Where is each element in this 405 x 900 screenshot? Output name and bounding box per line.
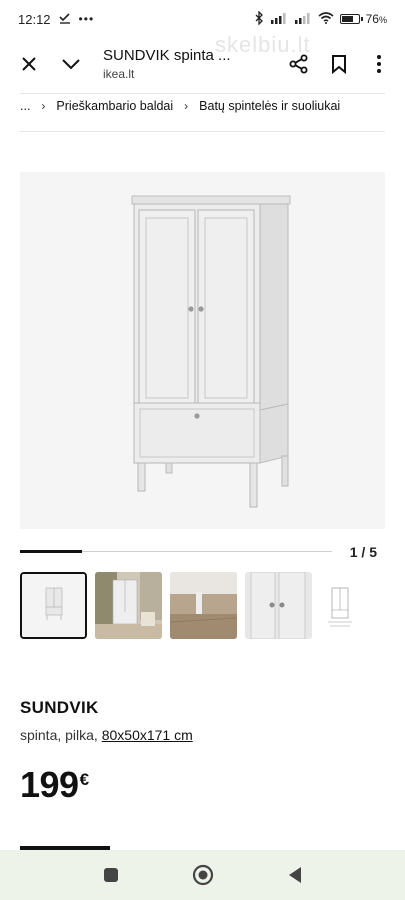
product-price: 199 € [20,764,89,806]
chevron-right-icon: › [41,99,46,113]
breadcrumb-item-shoe-cabinets[interactable]: Batų spintelės ir suoliukai [199,99,340,113]
price-amount: 199 [20,764,79,805]
signal-icon-2 [294,12,312,27]
collapse-button[interactable] [51,44,91,84]
close-icon [22,57,36,71]
square-icon [103,868,118,882]
home-circle-icon [192,864,213,886]
thumbnail-knob-detail[interactable] [245,572,312,639]
product-dimensions-link[interactable]: 80x50x171 cm [102,727,193,743]
more-options-button[interactable] [359,44,399,84]
gallery-progress [20,550,332,553]
home-button[interactable] [191,863,215,887]
close-tab-button[interactable] [9,44,49,84]
battery-icon [339,14,363,24]
breadcrumb: ... › Prieškambario baldai › Batų spinte… [20,96,340,116]
recent-apps-button[interactable] [99,863,123,887]
product-description-prefix: spinta, pilka, [20,727,98,743]
breadcrumb-item-entrance-furniture[interactable]: Prieškambario baldai [56,99,173,113]
page-url: ikea.lt [103,67,135,81]
battery-percent: 76% [365,12,387,26]
page-title: SUNDVIK spinta ... [103,47,231,64]
price-currency: € [79,770,89,789]
browser-toolbar: SUNDVIK spinta ... ikea.lt [0,38,405,90]
back-button[interactable] [283,863,307,887]
gallery-progress-fill [20,550,83,553]
thumbnail-drawing[interactable] [320,572,360,639]
product-name: SUNDVIK [20,698,99,717]
status-time: 12:12 [18,11,51,27]
thumbnail-wardrobe-front[interactable] [20,572,87,639]
chevron-right-icon: › [184,99,189,113]
status-bar: 12:12 ••• 76% [0,0,405,38]
product-description: spinta, pilka, 80x50x171 cm [20,727,193,743]
back-triangle-icon [288,867,301,883]
chevron-down-icon [62,59,80,70]
thumbnail-room-scene[interactable] [95,572,162,639]
more-notifications-icon: ••• [78,12,95,26]
bluetooth-icon [254,9,264,28]
signal-icon-1 [270,12,288,27]
system-nav-bar [0,850,405,900]
thumbnail-leg-detail[interactable] [170,572,237,639]
breadcrumb-divider [20,131,385,132]
thumbnail-strip [20,572,360,639]
share-button[interactable] [279,44,319,84]
product-main-image[interactable] [20,172,385,529]
kebab-menu-icon [377,55,381,73]
gallery-pager: 1 / 5 [349,544,377,560]
breadcrumb-ellipsis[interactable]: ... [20,99,30,113]
bookmark-icon [332,55,346,74]
top-divider [20,93,385,94]
download-check-icon [58,12,71,27]
share-icon [289,54,308,74]
bookmark-button[interactable] [319,44,359,84]
wardrobe-image [131,195,291,508]
wifi-icon [318,11,334,27]
page-title-block[interactable]: SUNDVIK spinta ... ikea.lt [103,47,263,81]
